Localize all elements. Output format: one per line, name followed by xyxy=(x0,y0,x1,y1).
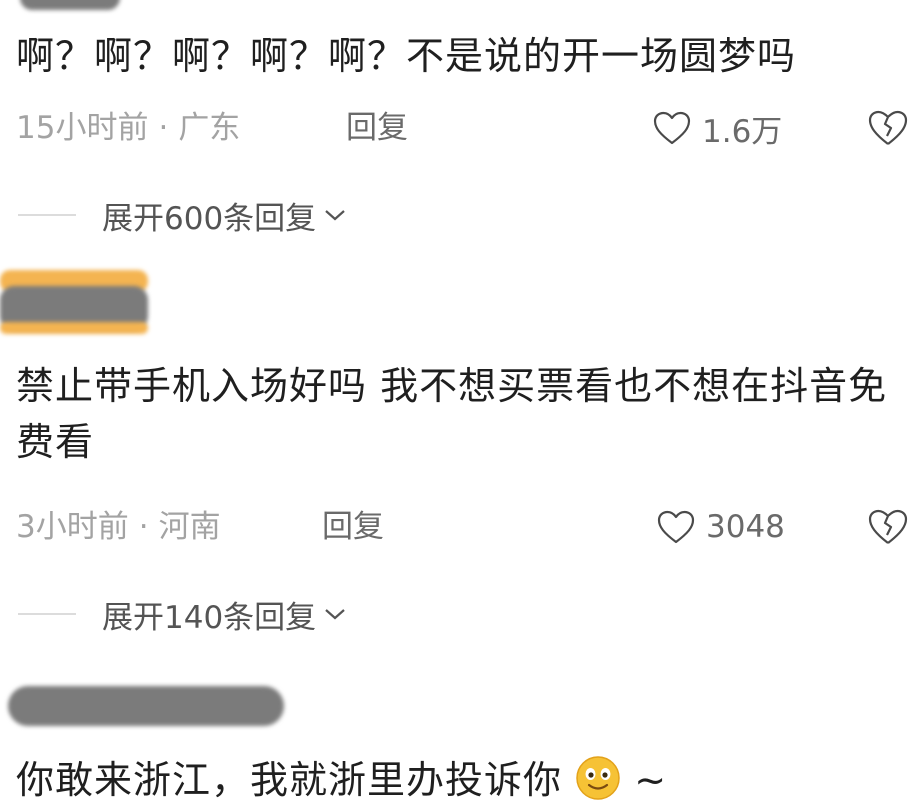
comment-text: 啊？啊？啊？啊？啊？不是说的开一场圆梦吗 xyxy=(16,34,797,78)
expand-replies-label: 展开140条回复 xyxy=(102,599,317,636)
broken-heart-icon[interactable] xyxy=(866,505,910,549)
expand-replies-button[interactable]: 展开600条回复 xyxy=(18,193,346,237)
chevron-down-icon xyxy=(325,210,345,221)
redacted-avatar-smear xyxy=(0,322,148,334)
expand-replies-label: 展开600条回复 xyxy=(102,200,317,237)
redacted-username xyxy=(8,686,284,726)
comment-meta: 3小时前 · 河南 xyxy=(16,506,221,548)
like-button[interactable]: 3048 xyxy=(656,505,785,549)
heart-outline-icon xyxy=(653,111,691,145)
heart-outline-icon xyxy=(657,510,695,544)
like-count: 1.6万 xyxy=(702,113,783,150)
broken-heart-icon[interactable] xyxy=(866,106,910,150)
comment-suffix: ~ xyxy=(634,758,668,802)
comment-feed: 啊？啊？啊？啊？啊？不是说的开一场圆梦吗 15小时前 · 广东 回复 1.6万 展开… xyxy=(0,0,921,808)
comment-location: 广东 xyxy=(178,110,241,146)
meta-separator: · xyxy=(138,509,149,545)
like-button[interactable]: 1.6万 xyxy=(652,106,782,150)
divider xyxy=(18,613,76,615)
expand-replies-button[interactable]: 展开140条回复 xyxy=(18,592,346,636)
comment-text-body: 你敢来浙江，我就浙里办投诉你 xyxy=(16,758,563,802)
like-count: 3048 xyxy=(706,509,785,545)
chevron-down-icon xyxy=(325,609,345,620)
smiley-emoji-icon xyxy=(576,756,620,800)
divider xyxy=(18,214,76,216)
comment-text: 禁止带手机入场好吗 我不想买票看也不想在抖音免费看 xyxy=(16,364,888,464)
comment-meta: 15小时前 · 广东 xyxy=(16,107,240,149)
reply-button[interactable]: 回复 xyxy=(346,107,408,149)
comment-time: 3小时前 xyxy=(16,509,129,545)
redacted-username xyxy=(20,0,120,10)
comment-time: 15小时前 xyxy=(16,110,149,146)
reply-button[interactable]: 回复 xyxy=(322,506,384,548)
comment-text: 你敢来浙江，我就浙里办投诉你 ~ xyxy=(16,752,911,808)
meta-separator: · xyxy=(158,110,169,146)
comment-location: 河南 xyxy=(158,509,221,545)
